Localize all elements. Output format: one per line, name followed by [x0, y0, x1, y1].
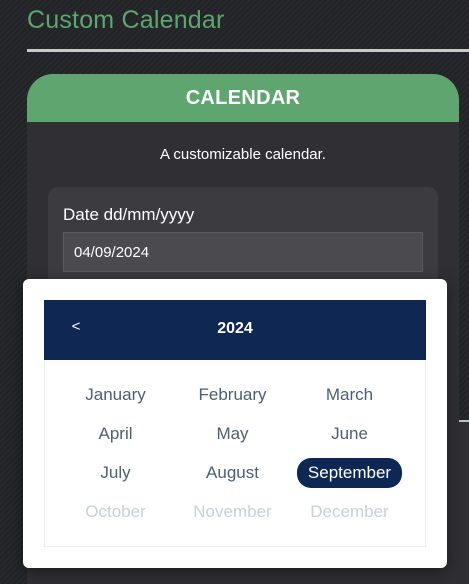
month-label: February — [198, 384, 267, 404]
month-grid: January February March April May June July Augu… — [57, 375, 408, 531]
year-label: 2024 — [217, 320, 253, 337]
month-label: November — [193, 501, 272, 521]
month-label: March — [325, 384, 374, 404]
month-label: July — [100, 462, 131, 482]
page-title: Custom Calendar — [27, 6, 225, 34]
month-label: December — [310, 501, 389, 521]
month-option-march[interactable]: March — [291, 375, 408, 414]
month-option-june[interactable]: June — [291, 414, 408, 453]
month-option-july[interactable]: July — [57, 453, 174, 492]
month-option-may[interactable]: May — [174, 414, 291, 453]
month-option-september[interactable]: September — [291, 453, 408, 492]
calendar-card-subtitle: A customizable calendar. — [160, 146, 326, 163]
month-label: October — [85, 501, 146, 521]
date-field-label: Date dd/mm/yyyy — [63, 205, 195, 224]
month-label: May — [216, 423, 249, 443]
month-option-october: October — [57, 492, 174, 531]
month-picker-popup: < 2024 January February March April May June J… — [23, 279, 447, 568]
month-option-january[interactable]: January — [57, 375, 174, 414]
month-option-december: December — [291, 492, 408, 531]
month-label: August — [206, 462, 259, 482]
month-label: April — [98, 423, 133, 443]
month-grid-area: January February March April May June July Augu… — [44, 360, 426, 547]
month-option-november: November — [174, 492, 291, 531]
month-picker-header: < 2024 — [44, 300, 426, 360]
calendar-card-header: CALENDAR — [27, 74, 459, 122]
title-divider — [27, 49, 469, 52]
month-option-august[interactable]: August — [174, 453, 291, 492]
month-option-february[interactable]: February — [174, 375, 291, 414]
month-label: September — [296, 457, 403, 488]
month-label: January — [85, 384, 146, 404]
date-input[interactable] — [63, 232, 423, 272]
month-option-april[interactable]: April — [57, 414, 174, 453]
month-label: June — [331, 423, 368, 443]
